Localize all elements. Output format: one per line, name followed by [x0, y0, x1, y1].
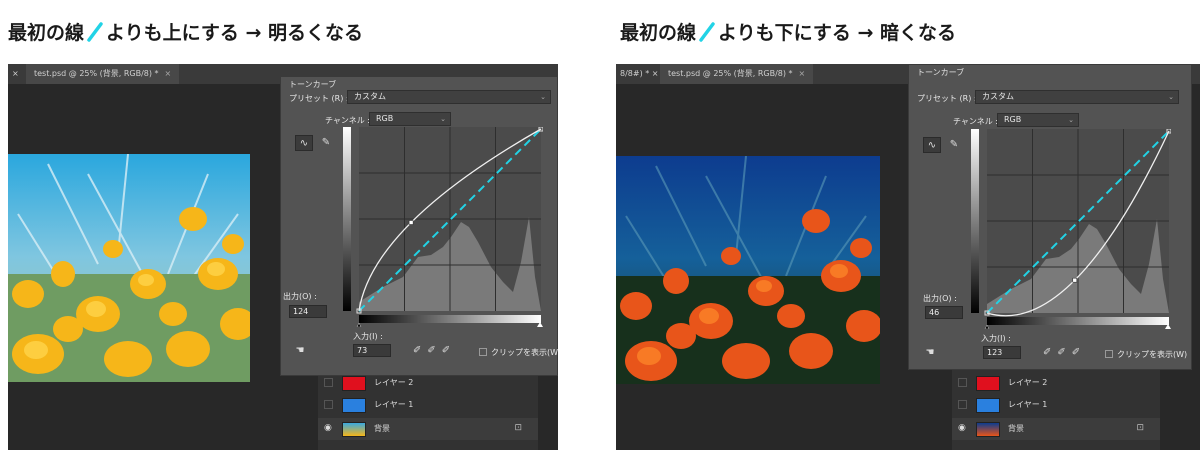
- lock-icon: ⊡: [1136, 423, 1144, 433]
- eye-icon[interactable]: ◉: [324, 423, 334, 433]
- eyedropper-group: ✐✐✐: [1043, 347, 1086, 358]
- channel-select[interactable]: RGB ⌄: [369, 112, 451, 126]
- channel-select[interactable]: RGB ⌄: [997, 113, 1079, 127]
- layer-thumbnail: [976, 376, 1000, 391]
- chevron-down-icon: ⌄: [1168, 93, 1174, 101]
- chevron-down-icon: ⌄: [440, 115, 446, 123]
- tab-title: test.psd @ 25% (背景, RGB/8) *: [34, 69, 159, 78]
- curves-dialog: トーンカーブ プリセット (R) : カスタム ⌄ チャンネル : RGB ⌄ ∿ …: [280, 76, 558, 376]
- poppy-photo-dark: [616, 156, 880, 384]
- layers-panel: レイヤー 2 レイヤー 1 ◉ 背景 ⊡: [952, 364, 1160, 450]
- tab-close-icon[interactable]: ×: [165, 69, 172, 78]
- black-slider[interactable]: [984, 324, 990, 329]
- gray-eyedropper-icon[interactable]: ✐: [427, 345, 441, 356]
- visibility-toggle[interactable]: [958, 400, 967, 409]
- prev-tab-close[interactable]: ×: [8, 64, 23, 84]
- black-slider[interactable]: [356, 322, 362, 327]
- preset-select[interactable]: カスタム ⌄: [347, 90, 551, 104]
- layer-name: レイヤー 2: [1008, 378, 1048, 387]
- layers-panel: レイヤー 2 レイヤー 1 ◉ 背景 ⊡: [318, 364, 538, 450]
- layer-thumbnail: [342, 398, 366, 413]
- document-tab[interactable]: test.psd @ 25% (背景, RGB/8) * ×: [26, 64, 180, 84]
- caption-right-part1: 最初の線: [620, 22, 697, 44]
- on-image-adjust-icon[interactable]: ☚: [291, 343, 309, 359]
- curve-point-icon[interactable]: ∿: [295, 135, 313, 151]
- channel-label: チャンネル :: [325, 116, 370, 125]
- curves-dialog: トーンカーブ プリセット (R) : カスタム ⌄ チャンネル : RGB ⌄ ∿ …: [908, 64, 1192, 370]
- dialog-title: トーンカーブ: [289, 80, 337, 89]
- diagonal-line-icon: [699, 22, 715, 42]
- layer-name: 背景: [1008, 424, 1024, 433]
- dialog-title: トーンカーブ: [917, 68, 965, 77]
- pencil-icon[interactable]: ✎: [317, 135, 335, 151]
- tab-title: test.psd @ 25% (背景, RGB/8) *: [668, 69, 793, 78]
- diagonal-line-icon: [87, 22, 103, 42]
- input-label: 入力(I) :: [353, 332, 383, 341]
- chevron-down-icon: ⌄: [1068, 116, 1074, 124]
- channel-label: チャンネル :: [953, 117, 998, 126]
- gray-eyedropper-icon[interactable]: ✐: [1057, 347, 1071, 358]
- caption-left-part1: 最初の線: [8, 22, 85, 44]
- caption-left: 最初の線 よりも上にする → 明るくなる: [8, 18, 363, 45]
- curves-graph[interactable]: [343, 127, 543, 327]
- output-gradient: [971, 129, 979, 313]
- black-eyedropper-icon[interactable]: ✐: [413, 345, 427, 356]
- layer-thumbnail: [976, 422, 1000, 437]
- eye-icon[interactable]: ◉: [958, 423, 968, 433]
- output-label: 出力(O) :: [283, 292, 317, 301]
- output-gradient: [343, 127, 351, 311]
- input-field[interactable]: 123: [983, 346, 1021, 359]
- layer-row[interactable]: レイヤー 1: [318, 394, 538, 416]
- preset-label: プリセット (R) :: [917, 94, 977, 103]
- photoshop-window-right: 8/8#) * × test.psd @ 25% (背景, RGB/8) * ×: [616, 64, 1200, 450]
- curve-control-point[interactable]: [408, 220, 414, 225]
- black-eyedropper-icon[interactable]: ✐: [1043, 347, 1057, 358]
- input-field[interactable]: 73: [353, 344, 391, 357]
- output-field[interactable]: 46: [925, 306, 963, 319]
- prev-tab[interactable]: 8/8#) * ×: [616, 64, 663, 84]
- visibility-toggle[interactable]: [958, 378, 967, 387]
- tab-close-icon[interactable]: ×: [799, 69, 806, 78]
- curves-graph[interactable]: [971, 129, 1171, 329]
- show-clipping-checkbox[interactable]: クリップを表示(W): [479, 347, 558, 358]
- output-label: 出力(O) :: [923, 294, 957, 303]
- input-gradient: [987, 317, 1169, 325]
- document-tab[interactable]: test.psd @ 25% (背景, RGB/8) * ×: [660, 64, 814, 84]
- layer-thumbnail: [342, 422, 366, 437]
- layer-row[interactable]: レイヤー 1: [952, 394, 1160, 416]
- curve-point-icon[interactable]: ∿: [923, 137, 941, 153]
- layer-thumbnail: [976, 398, 1000, 413]
- visibility-toggle[interactable]: [324, 400, 333, 409]
- canvas-photo-darkened: [616, 156, 880, 384]
- preset-label: プリセット (R) :: [289, 94, 349, 103]
- input-label: 入力(I) :: [981, 334, 1011, 343]
- pencil-icon[interactable]: ✎: [945, 137, 963, 153]
- visibility-toggle[interactable]: [324, 378, 333, 387]
- caption-left-part2: よりも上にする → 明るくなる: [106, 22, 363, 44]
- output-field[interactable]: 124: [289, 305, 327, 318]
- chevron-down-icon: ⌄: [540, 93, 546, 101]
- curve-control-point[interactable]: [1072, 277, 1078, 283]
- show-clipping-checkbox[interactable]: クリップを表示(W): [1105, 349, 1187, 360]
- photoshop-window-left: × test.psd @ 25% (背景, RGB/8) * × レイヤー 2 …: [8, 64, 558, 450]
- poppy-photo-bright: [8, 154, 250, 382]
- input-gradient: [359, 315, 541, 323]
- layer-thumbnail: [342, 376, 366, 391]
- white-eyedropper-icon[interactable]: ✐: [442, 345, 456, 356]
- layer-name: レイヤー 1: [374, 400, 414, 409]
- eyedropper-group: ✐✐✐: [413, 345, 456, 356]
- layer-name: 背景: [374, 424, 390, 433]
- white-eyedropper-icon[interactable]: ✐: [1072, 347, 1086, 358]
- caption-right: 最初の線 よりも下にする → 暗くなる: [620, 18, 956, 45]
- preset-select[interactable]: カスタム ⌄: [975, 90, 1179, 104]
- lock-icon: ⊡: [514, 423, 522, 433]
- layer-name: レイヤー 1: [1008, 400, 1048, 409]
- canvas-photo-brightened: [8, 154, 250, 382]
- on-image-adjust-icon[interactable]: ☚: [921, 345, 939, 361]
- caption-right-part2: よりも下にする → 暗くなる: [718, 22, 956, 44]
- layer-row[interactable]: レイヤー 2: [952, 372, 1160, 394]
- layer-row[interactable]: ◉ 背景 ⊡: [318, 418, 538, 440]
- layer-row[interactable]: ◉ 背景 ⊡: [952, 418, 1160, 440]
